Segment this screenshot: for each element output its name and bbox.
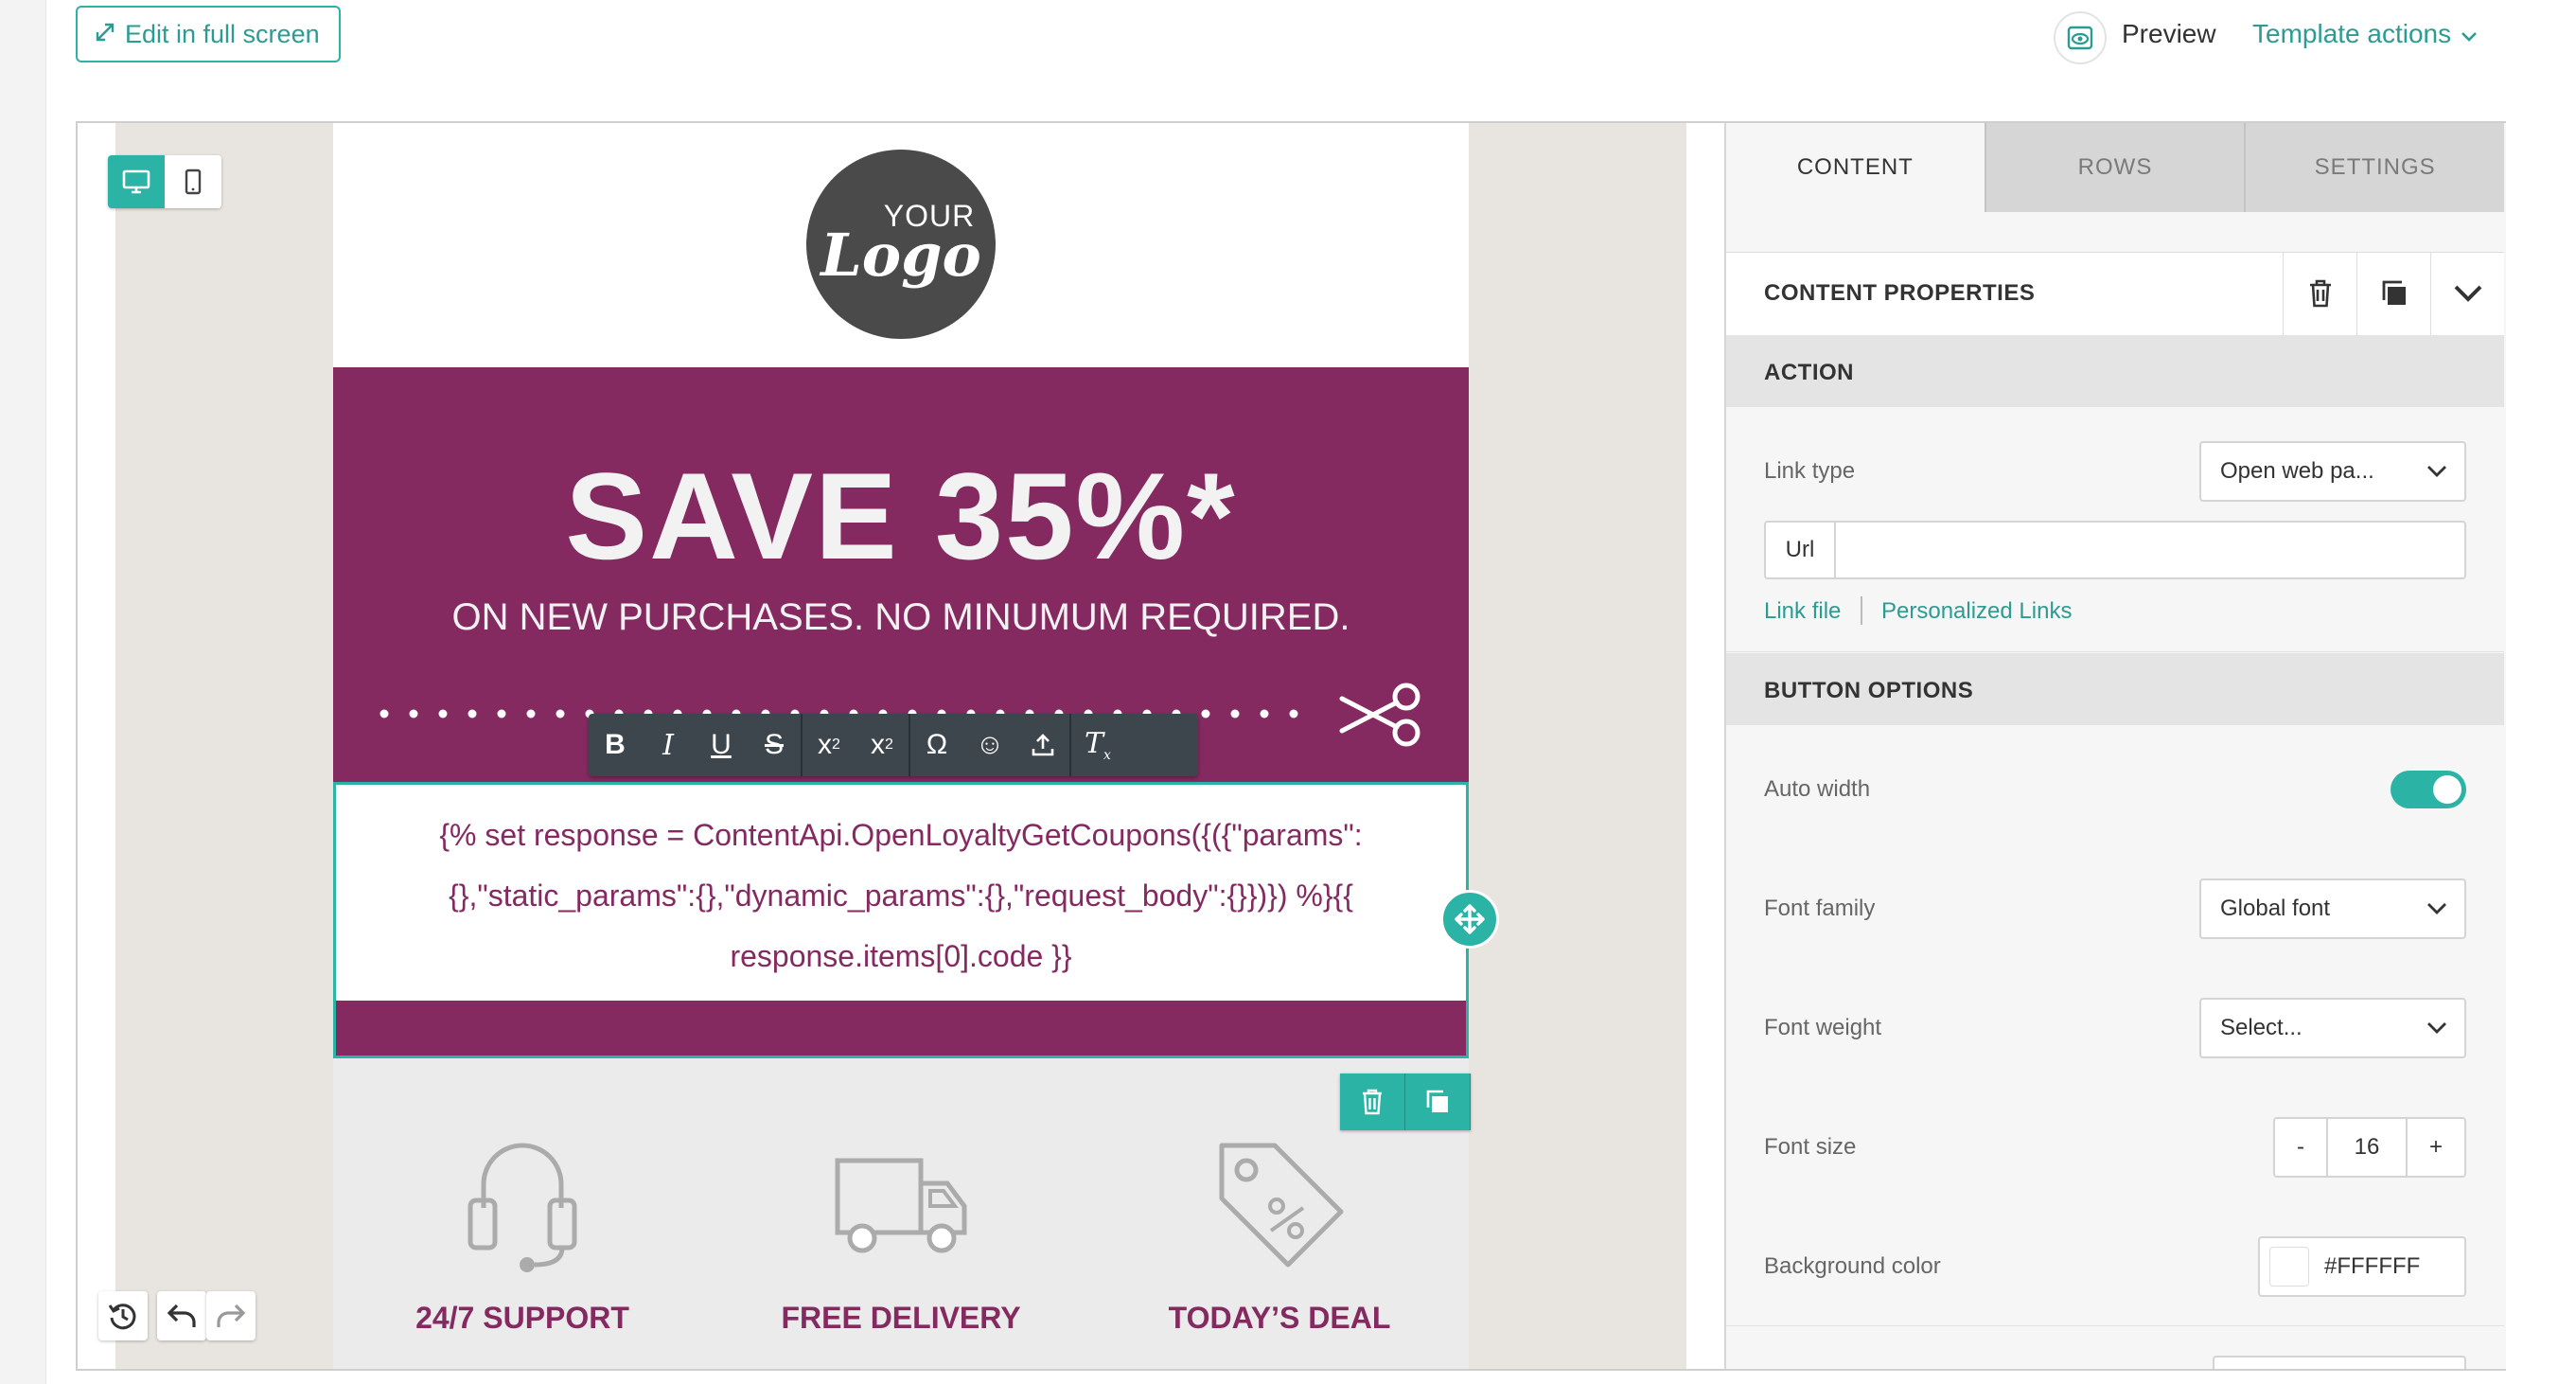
url-label: Url <box>1766 523 1836 577</box>
device-view-toggle <box>108 155 221 208</box>
code-line-1: {% set response = ContentApi.OpenLoyalty… <box>439 818 1363 852</box>
undo-icon[interactable] <box>157 1291 206 1340</box>
italic-icon[interactable]: I <box>642 714 695 776</box>
feature-support[interactable]: 24/7 SUPPORT <box>333 1123 712 1336</box>
chevron-down-icon <box>2426 458 2447 485</box>
action-section-title: ACTION <box>1764 360 1854 385</box>
page-left-gutter <box>0 0 46 1384</box>
preview-button[interactable]: Preview <box>2122 19 2216 49</box>
scissors-icon <box>1339 683 1420 747</box>
feature-label: FREE DELIVERY <box>781 1301 1021 1335</box>
font-size-value[interactable]: 16 <box>2328 1119 2406 1176</box>
chevron-down-icon <box>2426 1015 2447 1041</box>
feature-label: 24/7 SUPPORT <box>415 1301 629 1335</box>
preview-eye-icon[interactable] <box>2054 11 2107 64</box>
upload-icon[interactable] <box>1016 714 1069 776</box>
panel-tabs: CONTENT ROWS SETTINGS <box>1726 123 2505 212</box>
feature-label: TODAY’S DEAL <box>1168 1301 1391 1335</box>
row-actions <box>1340 1073 1471 1130</box>
duplicate-icon[interactable] <box>2356 252 2431 335</box>
font-family-value: Global font <box>2220 896 2331 921</box>
font-size-label: Font size <box>1764 1134 1857 1160</box>
font-size-increase-button[interactable]: + <box>2406 1119 2464 1176</box>
feature-delivery[interactable]: FREE DELIVERY <box>712 1123 1090 1336</box>
tab-rows[interactable]: ROWS <box>1984 123 2245 212</box>
price-tag-icon <box>1090 1123 1469 1284</box>
trash-icon[interactable] <box>2283 252 2357 335</box>
font-weight-label: Font weight <box>1764 1015 1882 1040</box>
expand-icon <box>95 20 115 49</box>
edit-full-screen-label: Edit in full screen <box>125 19 320 48</box>
feature-deal[interactable]: TODAY’S DEAL <box>1090 1123 1469 1336</box>
code-line-3: response.items[0].code }} <box>730 939 1072 973</box>
toggle-knob <box>2433 775 2461 804</box>
headline[interactable]: SAVE 35%* <box>333 445 1469 587</box>
move-handle-icon[interactable] <box>1440 890 1499 949</box>
font-size-decrease-button[interactable]: - <box>2275 1119 2328 1176</box>
font-weight-value: Select... <box>2220 1015 2303 1040</box>
redo-icon[interactable] <box>206 1291 256 1340</box>
chevron-down-icon <box>2461 19 2478 49</box>
history-icon[interactable] <box>98 1291 148 1340</box>
url-field[interactable]: Url <box>1764 521 2466 579</box>
url-input[interactable] <box>1836 523 2464 577</box>
color-swatch[interactable] <box>2269 1247 2309 1286</box>
coupon-code-text[interactable]: {% set response = ContentApi.OpenLoyalty… <box>407 805 1395 986</box>
personalized-links-link[interactable]: Personalized Links <box>1881 598 2072 625</box>
bold-icon[interactable]: B <box>589 714 642 776</box>
button-options-title: BUTTON OPTIONS <box>1764 678 1974 703</box>
collapse-chevron-icon[interactable] <box>2430 252 2505 335</box>
link-file-link[interactable]: Link file <box>1764 598 1841 625</box>
content-properties-title: CONTENT PROPERTIES <box>1764 280 2036 306</box>
template-actions-dropdown[interactable]: Template actions <box>2252 19 2478 49</box>
link-separator <box>1861 596 1862 625</box>
history-controls <box>98 1291 256 1340</box>
background-color-picker[interactable]: #FFFFFF <box>2258 1236 2466 1297</box>
company-logo[interactable]: YOUR Logo <box>806 150 996 339</box>
next-field-partial <box>2213 1356 2466 1369</box>
font-family-select[interactable]: Global font <box>2199 878 2466 939</box>
subscript-icon[interactable]: x2 <box>856 714 909 776</box>
strikethrough-icon[interactable]: S <box>748 714 801 776</box>
duplicate-row-icon[interactable] <box>1405 1073 1471 1130</box>
headset-icon <box>333 1123 712 1284</box>
emoji-icon[interactable]: ☺ <box>963 714 1016 776</box>
link-type-label: Link type <box>1764 458 1856 484</box>
superscript-icon[interactable]: x2 <box>803 714 856 776</box>
font-weight-select[interactable]: Select... <box>2199 998 2466 1058</box>
auto-width-toggle[interactable] <box>2391 771 2466 808</box>
clear-format-icon[interactable]: Tx <box>1071 714 1124 776</box>
link-type-value: Open web pa... <box>2220 458 2374 484</box>
template-actions-label: Template actions <box>2252 19 2452 48</box>
desktop-view-icon[interactable] <box>108 155 165 208</box>
background-color-value: #FFFFFF <box>2324 1253 2421 1279</box>
link-type-select[interactable]: Open web pa... <box>2199 441 2466 502</box>
delete-row-icon[interactable] <box>1340 1073 1405 1130</box>
chevron-down-icon <box>2426 896 2447 922</box>
tab-content[interactable]: CONTENT <box>1726 123 1985 212</box>
font-family-label: Font family <box>1764 896 1876 921</box>
text-format-toolbar: B I U S x2 x2 Ω ☺ Tx <box>589 714 1198 776</box>
underline-icon[interactable]: U <box>695 714 748 776</box>
edit-full-screen-button[interactable]: Edit in full screen <box>76 6 341 62</box>
auto-width-label: Auto width <box>1764 776 1871 802</box>
code-line-2: {},"static_params":{},"dynamic_params":{… <box>449 878 1353 913</box>
mobile-view-icon[interactable] <box>165 155 221 208</box>
truck-icon <box>712 1123 1090 1284</box>
special-char-icon[interactable]: Ω <box>910 714 963 776</box>
font-size-stepper: - 16 + <box>2273 1117 2466 1178</box>
tab-settings[interactable]: SETTINGS <box>2244 123 2505 212</box>
background-color-label: Background color <box>1764 1253 1941 1279</box>
subheadline[interactable]: ON NEW PURCHASES. NO MINUMUM REQUIRED. <box>333 596 1469 639</box>
